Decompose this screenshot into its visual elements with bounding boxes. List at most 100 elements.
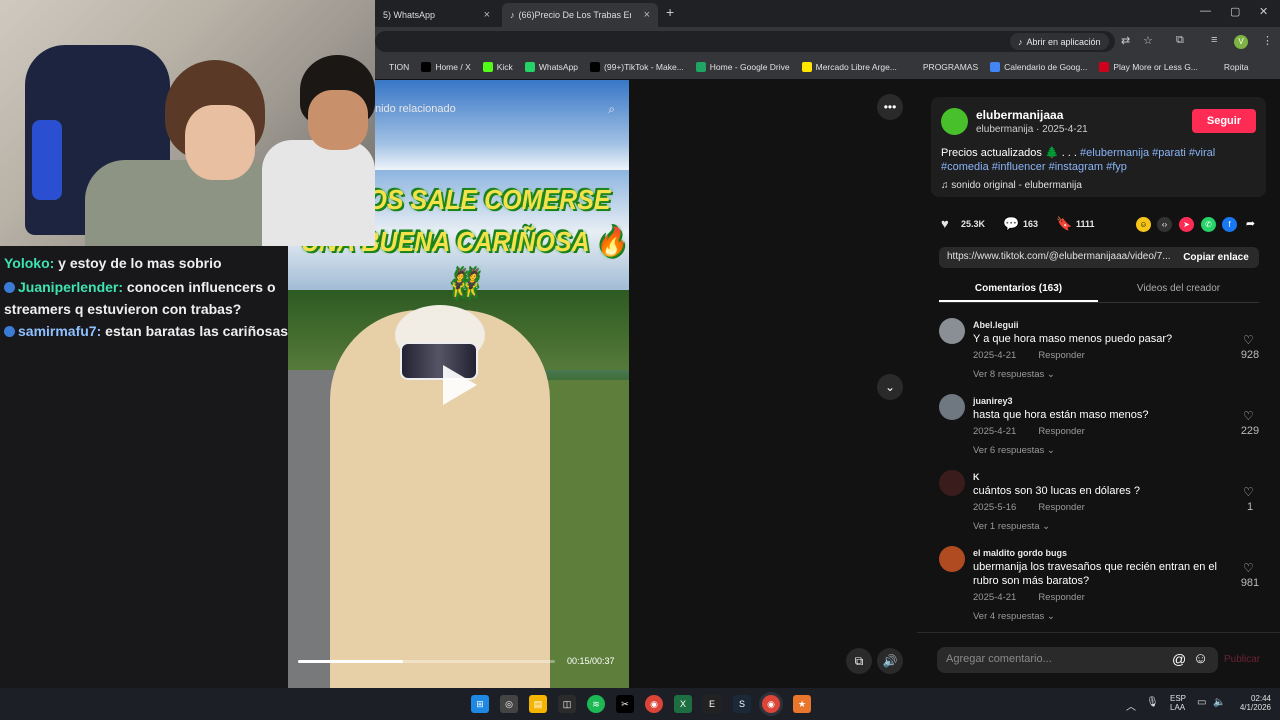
video-url-field[interactable]: https://www.tiktok.com/@elubermanijaaa/v…: [939, 247, 1173, 268]
progress-fill: [298, 660, 404, 663]
comment-like-count: 981: [1240, 577, 1260, 589]
clock[interactable]: 02:44 4/1/2026: [1235, 694, 1271, 712]
reply-button[interactable]: Responder: [1038, 350, 1084, 361]
bookmark-icon: [908, 62, 919, 72]
chrome-active-icon[interactable]: ◉: [762, 695, 780, 713]
emoji-icon[interactable]: ☺: [1193, 650, 1208, 667]
bookmark-item[interactable]: Ropita: [1209, 62, 1248, 72]
whatsapp-icon[interactable]: ✆: [1201, 217, 1216, 232]
extensions-icon[interactable]: ⧉: [1176, 34, 1184, 47]
chevron-down-icon[interactable]: ⌄: [877, 374, 903, 400]
window-close-button[interactable]: ✕: [1259, 5, 1268, 18]
person-face-image: [308, 90, 368, 150]
send-icon[interactable]: ➤: [1179, 217, 1194, 232]
copy-link-button[interactable]: Copiar enlace: [1173, 247, 1259, 268]
bookmark-item[interactable]: Home - Google Drive: [695, 62, 790, 72]
more-options-icon[interactable]: •••: [877, 94, 903, 120]
view-replies-button[interactable]: Ver 4 respuestas ⌄: [973, 611, 1055, 622]
language-indicator[interactable]: ESP LAA: [1170, 694, 1186, 712]
tab-comments[interactable]: Comentarios (163): [939, 283, 1098, 294]
folder-icon[interactable]: ▤: [529, 695, 547, 713]
view-replies-button[interactable]: Ver 6 respuestas ⌄: [973, 445, 1055, 456]
speaker-icon[interactable]: 🔈: [1213, 697, 1225, 708]
comment-text: hasta que hora están maso menos?: [973, 409, 1149, 421]
star-icon[interactable]: ☆: [1143, 34, 1153, 47]
comment-stat[interactable]: 💬 163: [1003, 217, 1038, 231]
publish-button[interactable]: Publicar: [1224, 654, 1260, 665]
bookmark-item[interactable]: Home / X: [421, 62, 471, 72]
spotify-icon[interactable]: ≋: [587, 695, 605, 713]
save-stat[interactable]: 🔖 1111: [1056, 217, 1095, 231]
comment-like-icon[interactable]: ♡: [1243, 409, 1254, 423]
close-icon[interactable]: ×: [484, 9, 490, 21]
view-replies-button[interactable]: Ver 8 respuestas ⌄: [973, 369, 1055, 380]
like-stat[interactable]: ♥ 25.3K: [941, 217, 985, 231]
music-label[interactable]: ♫ sonido original - elubermanija: [941, 180, 1082, 191]
bookmark-item[interactable]: Kick: [482, 62, 513, 72]
epic-games-icon[interactable]: E: [703, 695, 721, 713]
tiktok-icon: ♪: [1018, 36, 1023, 47]
author-username[interactable]: elubermanijaaa: [976, 108, 1063, 122]
volume-icon[interactable]: 🔊: [877, 648, 903, 674]
bookmark-item[interactable]: (99+)TikTok - Make...: [590, 62, 684, 72]
reply-button[interactable]: Responder: [1038, 592, 1084, 603]
restore-button[interactable]: ▢: [1230, 5, 1240, 18]
open-in-app-button[interactable]: ♪ Abrir en aplicación: [1010, 33, 1109, 50]
menu-icon[interactable]: ⋮: [1262, 34, 1273, 47]
commenter-avatar[interactable]: [939, 546, 965, 572]
tab-creator-videos[interactable]: Videos del creador: [1098, 283, 1259, 294]
bookmark-item[interactable]: PROGRAMAS: [908, 62, 978, 72]
commenter-username[interactable]: K: [973, 472, 980, 482]
commenter-avatar[interactable]: [939, 470, 965, 496]
commenter-avatar[interactable]: [939, 394, 965, 420]
start-icon[interactable]: ⊞: [471, 695, 489, 713]
commenter-username[interactable]: Abel.leguii: [973, 320, 1019, 330]
app-icon[interactable]: ◎: [500, 695, 518, 713]
commenter-avatar[interactable]: [939, 318, 965, 344]
close-icon[interactable]: ×: [644, 9, 650, 21]
chrome-icon[interactable]: ◉: [645, 695, 663, 713]
bookmark-item[interactable]: Mercado Libre Arge...: [801, 62, 897, 72]
reply-button[interactable]: Responder: [1038, 502, 1084, 513]
commenter-username[interactable]: juanirey3: [973, 396, 1013, 406]
bookmark-icon: [990, 62, 1001, 72]
network-icon[interactable]: ▭: [1197, 697, 1206, 708]
comment-like-icon[interactable]: ♡: [1243, 333, 1254, 347]
bookmark-item[interactable]: Play More or Less G...: [1099, 62, 1198, 72]
excel-icon[interactable]: X: [674, 695, 692, 713]
app-icon[interactable]: ★: [793, 695, 811, 713]
bookmark-item[interactable]: WhatsApp: [524, 62, 578, 72]
reading-list-icon[interactable]: ≡: [1211, 34, 1217, 46]
view-replies-button[interactable]: Ver 1 respuesta ⌄: [973, 521, 1050, 532]
play-icon[interactable]: [443, 365, 477, 405]
steam-icon[interactable]: S: [733, 695, 751, 713]
tray-chevron-icon[interactable]: ︿: [1126, 698, 1136, 713]
comment-like-icon[interactable]: ♡: [1243, 485, 1254, 499]
bookmark-item[interactable]: TION: [375, 62, 409, 72]
comment-like-icon[interactable]: ♡: [1243, 561, 1254, 575]
friends-share-icon[interactable]: ☺: [1136, 217, 1151, 232]
follow-button[interactable]: Seguir: [1192, 109, 1256, 133]
facebook-icon[interactable]: f: [1222, 217, 1237, 232]
omnibox[interactable]: [375, 31, 1115, 52]
embed-icon[interactable]: ‹›: [1157, 217, 1172, 232]
share-icon[interactable]: ➦: [1243, 217, 1258, 232]
profile-avatar[interactable]: V: [1234, 35, 1248, 49]
minimize-button[interactable]: —: [1200, 5, 1211, 17]
tab-whatsapp[interactable]: 5) WhatsApp ×: [375, 3, 498, 27]
new-tab-button[interactable]: +: [666, 4, 674, 20]
tab-tiktok[interactable]: ♪ (66)Precio De Los Trabas En Bo… ×: [502, 3, 658, 27]
chat-username: Yoloko:: [4, 255, 55, 271]
reply-button[interactable]: Responder: [1038, 426, 1084, 437]
pip-icon[interactable]: ⧉: [846, 648, 872, 674]
search-icon[interactable]: ⌕: [608, 102, 615, 117]
store-icon[interactable]: ◫: [558, 695, 576, 713]
microphone-icon[interactable]: 🎙: [1146, 697, 1159, 708]
author-avatar[interactable]: [941, 108, 968, 135]
video-search-field[interactable]: nido relacionado ⌕: [375, 95, 615, 123]
commenter-username[interactable]: el maldito gordo bugs: [973, 548, 1067, 558]
mention-icon[interactable]: @: [1172, 651, 1186, 667]
bookmark-item[interactable]: Calendario de Goog...: [990, 62, 1087, 72]
capcut-icon[interactable]: ✂: [616, 695, 634, 713]
translate-icon[interactable]: ⇄: [1121, 34, 1130, 47]
